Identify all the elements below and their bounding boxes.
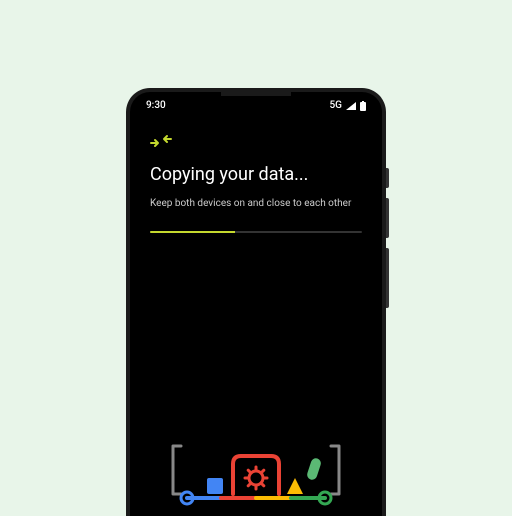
signal-icon <box>346 102 356 110</box>
phone-side-button <box>386 248 389 308</box>
phone-notch <box>221 92 291 96</box>
phone-frame: 9:30 5G Copying your data... Keep both d… <box>126 88 386 516</box>
status-right: 5G <box>330 100 367 111</box>
phone-side-button <box>386 168 389 188</box>
progress-fill <box>150 231 235 233</box>
page-title: Copying your data... <box>150 164 362 185</box>
phone-screen: 9:30 5G Copying your data... Keep both d… <box>130 92 382 516</box>
progress-bar <box>150 231 362 233</box>
page-subtitle: Keep both devices on and close to each o… <box>150 197 362 211</box>
transfer-illustration <box>130 396 382 516</box>
battery-icon <box>360 101 366 111</box>
transfer-arrows-icon <box>150 133 362 152</box>
status-time: 9:30 <box>146 100 166 111</box>
phone-side-button <box>386 198 389 238</box>
status-network: 5G <box>330 100 343 111</box>
content-area: Copying your data... Keep both devices o… <box>130 115 382 233</box>
